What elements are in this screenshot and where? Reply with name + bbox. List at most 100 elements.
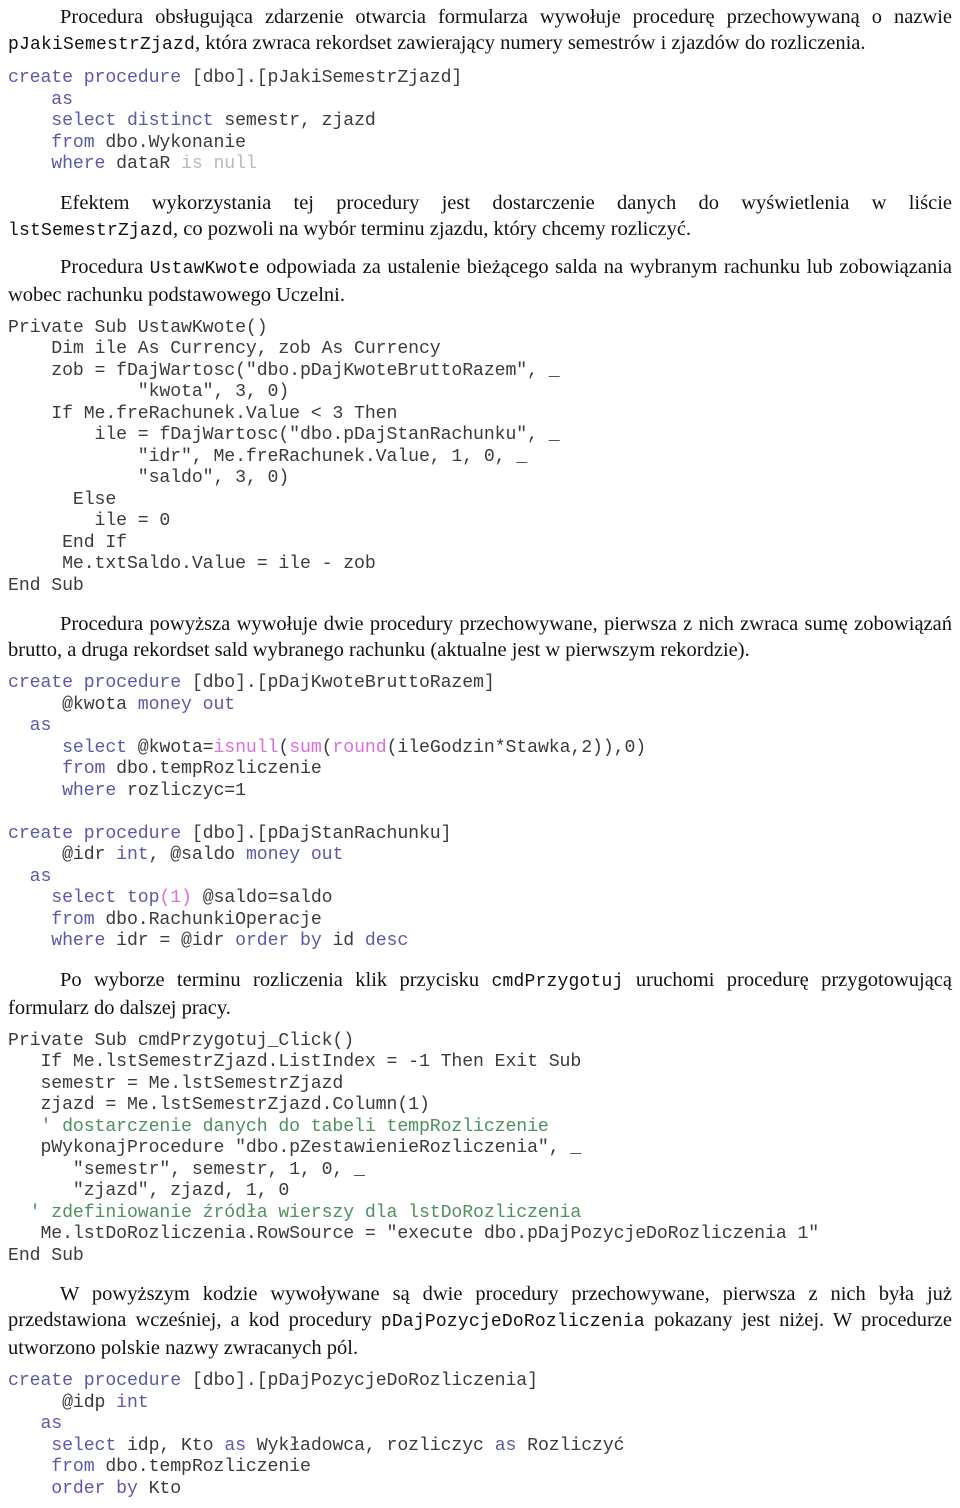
code-token-kw: order by xyxy=(235,931,322,951)
code-token-vba: Dim ile As Currency, zob As Currency xyxy=(8,339,441,359)
code-token-vba: zjazd = Me.lstSemestrZjazd.Column(1) xyxy=(8,1095,430,1115)
code-token-id: , @saldo xyxy=(148,845,246,865)
code-token-vba: ile = fDajWartosc("dbo.pDajStanRachunku"… xyxy=(8,425,560,445)
code-token-id: Rozliczyć xyxy=(516,1435,625,1456)
text-run: Efektem wykorzystania tej procedury jest… xyxy=(60,191,952,214)
code-token-kw: from xyxy=(51,1457,95,1477)
code-line: End Sub xyxy=(8,576,952,598)
code-token-kw: as xyxy=(51,89,73,110)
code-block-code-4: Private Sub cmdPrzygotuj_Click() If Me.l… xyxy=(8,1031,952,1268)
code-token-id: semestr, zjazd xyxy=(213,111,376,131)
code-line: as xyxy=(8,716,952,738)
code-line: semestr = Me.lstSemestrZjazd xyxy=(8,1074,952,1096)
code-line: from dbo.RachunkiOperacje xyxy=(8,910,952,932)
code-token-kw: int xyxy=(116,1392,149,1413)
code-line: "semestr", semestr, 1, 0, _ xyxy=(8,1160,952,1182)
code-line: "saldo", 3, 0) xyxy=(8,468,952,490)
code-token-kw: from xyxy=(51,132,95,153)
code-token-kw: create procedure xyxy=(8,823,182,844)
code-token-id: @saldo=saldo xyxy=(191,888,333,908)
code-token-vba: End If xyxy=(8,532,127,553)
inline-code: cmdPrzygotuj xyxy=(491,971,624,992)
code-token-kw: select xyxy=(51,1435,117,1456)
code-token-vba: Private Sub cmdPrzygotuj_Click() xyxy=(8,1030,355,1051)
code-line: Private Sub UstawKwote() xyxy=(8,318,952,340)
paragraph-10: W powyższym kodzie wywoływane są dwie pr… xyxy=(8,1281,952,1361)
code-line: ile = 0 xyxy=(8,511,952,533)
code-token-vba: If Me.lstSemestrZjazd.ListIndex = -1 The… xyxy=(8,1052,582,1072)
code-line: create procedure [dbo].[pDajPozycjeDoRoz… xyxy=(8,1371,952,1393)
code-token-vba: Else xyxy=(8,489,117,510)
code-line: @idr int, @saldo money out xyxy=(8,845,952,867)
code-token-id xyxy=(8,1436,51,1456)
code-token-id: (ileGodzin*Stawka,2)),0) xyxy=(386,737,647,758)
code-token-fn: (1) xyxy=(159,888,192,908)
code-token-kw: money out xyxy=(137,694,236,715)
code-token-fn: round xyxy=(332,737,387,758)
code-token-vba: "zjazd", zjazd, 1, 0 xyxy=(8,1181,290,1201)
text-run: Po wyborze terminu rozliczenia klik przy… xyxy=(60,968,492,991)
code-token-vba: "idr", Me.freRachunek.Value, 1, 0, _ xyxy=(8,446,528,467)
paragraph-4: Procedura UstawKwote odpowiada za ustale… xyxy=(8,254,952,308)
code-line: select top(1) @saldo=saldo xyxy=(8,888,952,910)
text-run: Procedura obsługująca zdarzenie otwarcia… xyxy=(60,6,952,28)
code-line: "kwota", 3, 0) xyxy=(8,382,952,404)
code-token-vba: End Sub xyxy=(8,575,84,596)
code-token-id: dbo.RachunkiOperacje xyxy=(94,909,322,930)
text-run: Procedura xyxy=(60,255,150,278)
code-token-id: @idr xyxy=(8,845,117,865)
code-token-kw: int xyxy=(116,845,149,865)
code-token-id: @kwota xyxy=(8,694,138,715)
code-token-fn: sum xyxy=(289,737,322,758)
code-token-kw: create procedure xyxy=(8,1371,182,1391)
code-token-id xyxy=(8,738,62,758)
code-block-code-2: Private Sub UstawKwote() Dim ile As Curr… xyxy=(8,318,952,598)
code-line: pWykonajProcedure "dbo.pZestawienieRozli… xyxy=(8,1138,952,1160)
code-block-code-3: create procedure [dbo].[pDajKwoteBruttoR… xyxy=(8,673,952,953)
code-token-vba: "saldo", 3, 0) xyxy=(8,468,290,488)
inline-code: pDajPozycjeDoRozliczenia xyxy=(380,1312,645,1332)
code-token-kw: from xyxy=(62,759,106,779)
code-token-kw: where xyxy=(51,931,106,951)
code-token-id xyxy=(8,910,51,930)
code-token-id xyxy=(8,1457,51,1477)
code-token-id xyxy=(8,154,51,174)
code-line: End Sub xyxy=(8,1246,952,1268)
code-line: Me.txtSaldo.Value = ile - zob xyxy=(8,554,952,576)
code-token-vba: pWykonajProcedure "dbo.pZestawienieRozli… xyxy=(8,1138,582,1158)
code-token-kw: as xyxy=(494,1435,517,1456)
code-line: where dataR is null xyxy=(8,154,952,176)
code-token-vba: "semestr", semestr, 1, 0, _ xyxy=(8,1159,365,1180)
code-token-id: rozliczyc=1 xyxy=(116,780,246,801)
code-token-cmt: ' dostarczenie danych do tabeli tempRozl… xyxy=(8,1116,549,1137)
code-token-vba: semestr = Me.lstSemestrZjazd xyxy=(8,1073,344,1094)
code-line: @idp int xyxy=(8,1393,952,1415)
code-line: Private Sub cmdPrzygotuj_Click() xyxy=(8,1031,952,1053)
document-content: Procedura obsługująca zdarzenie otwarcia… xyxy=(8,4,952,1500)
code-token-kw: as xyxy=(224,1435,246,1456)
code-line: from dbo.tempRozliczenie xyxy=(8,759,952,781)
code-token-id: [dbo].[pDajPozycjeDoRozliczenia] xyxy=(181,1371,538,1391)
code-line: Else xyxy=(8,490,952,512)
code-line: End If xyxy=(8,533,952,555)
code-token-vba: zob = fDajWartosc("dbo.pDajKwoteBruttoRa… xyxy=(8,360,560,381)
code-token-id xyxy=(8,759,62,779)
code-line: create procedure [dbo].[pDajKwoteBruttoR… xyxy=(8,673,952,695)
document-page: Procedura obsługująca zdarzenie otwarcia… xyxy=(0,0,960,1508)
code-line: from dbo.Wykonanie xyxy=(8,133,952,155)
code-token-vba: Private Sub UstawKwote() xyxy=(8,317,268,338)
code-token-kw: as xyxy=(29,866,52,887)
code-block-code-1: create procedure [dbo].[pJakiSemestrZjaz… xyxy=(8,68,952,176)
code-line: select distinct semestr, zjazd xyxy=(8,111,952,133)
code-token-id xyxy=(8,931,51,951)
code-line: as xyxy=(8,867,952,889)
paragraph-8: Po wyborze terminu rozliczenia klik przy… xyxy=(8,967,952,1021)
code-token-id: [dbo].[pDajKwoteBruttoRazem] xyxy=(181,673,495,693)
code-token-id: [dbo].[pDajStanRachunku] xyxy=(181,823,452,844)
